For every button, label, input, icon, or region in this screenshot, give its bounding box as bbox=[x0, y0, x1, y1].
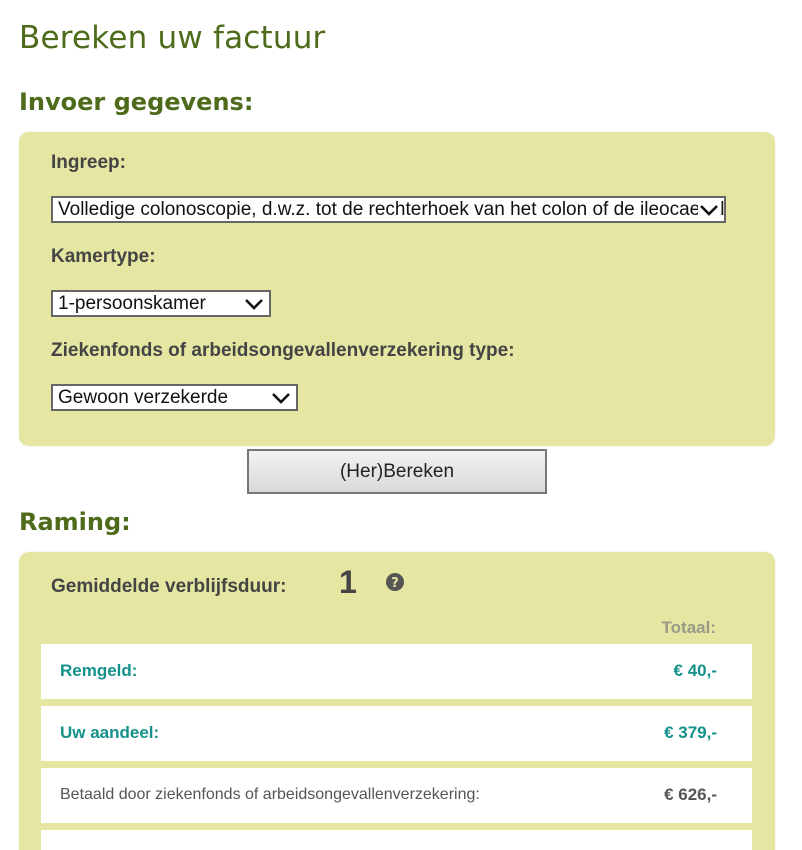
ingreep-selected-value: Volledige colonoscopie, d.w.z. tot de re… bbox=[58, 199, 726, 220]
kamertype-label: Kamertype: bbox=[51, 246, 156, 267]
aandeel-label: Uw aandeel: bbox=[60, 723, 160, 742]
stay-duration-label: Gemiddelde verblijfsduur: bbox=[51, 576, 287, 597]
table-row: Remgeld: € 40,- bbox=[41, 644, 752, 699]
fonds-select[interactable]: Gewoon verzekerde bbox=[51, 384, 298, 411]
betaald-value: € 626,- bbox=[664, 785, 717, 804]
chevron-down-icon[interactable] bbox=[243, 293, 265, 315]
table-row bbox=[41, 830, 752, 850]
stay-duration-value: 1 bbox=[339, 564, 357, 600]
table-row: Uw aandeel: € 379,- bbox=[41, 706, 752, 761]
aandeel-value: € 379,- bbox=[664, 723, 717, 742]
estimate-panel: Gemiddelde verblijfsduur: 1 ? Totaal: Re… bbox=[19, 552, 775, 850]
ingreep-label: Ingreep: bbox=[51, 152, 126, 173]
chevron-down-icon[interactable] bbox=[698, 199, 720, 221]
remgeld-value: € 40,- bbox=[673, 661, 717, 680]
page-title: Bereken uw factuur bbox=[19, 20, 326, 56]
ingreep-select[interactable]: Volledige colonoscopie, d.w.z. tot de re… bbox=[51, 196, 726, 223]
fonds-selected-value: Gewoon verzekerde bbox=[58, 387, 229, 408]
fonds-label: Ziekenfonds of arbeidsongevallenverzeker… bbox=[51, 340, 515, 361]
kamertype-select[interactable]: 1-persoonskamer bbox=[51, 290, 271, 317]
remgeld-label: Remgeld: bbox=[60, 661, 138, 680]
section-title-input: Invoer gegevens: bbox=[19, 88, 254, 116]
total-column-header: Totaal: bbox=[661, 618, 716, 637]
svg-text:?: ? bbox=[391, 576, 399, 591]
input-panel: Ingreep: Volledige colonoscopie, d.w.z. … bbox=[19, 132, 775, 446]
kamertype-selected-value: 1-persoonskamer bbox=[58, 293, 206, 314]
section-title-estimate: Raming: bbox=[19, 508, 131, 536]
chevron-down-icon[interactable] bbox=[270, 387, 292, 409]
calculate-button[interactable]: (Her)Bereken bbox=[247, 449, 547, 494]
betaald-label: Betaald door ziekenfonds of arbeidsongev… bbox=[60, 786, 480, 803]
help-icon[interactable]: ? bbox=[385, 572, 405, 592]
table-row: Betaald door ziekenfonds of arbeidsongev… bbox=[41, 768, 752, 823]
